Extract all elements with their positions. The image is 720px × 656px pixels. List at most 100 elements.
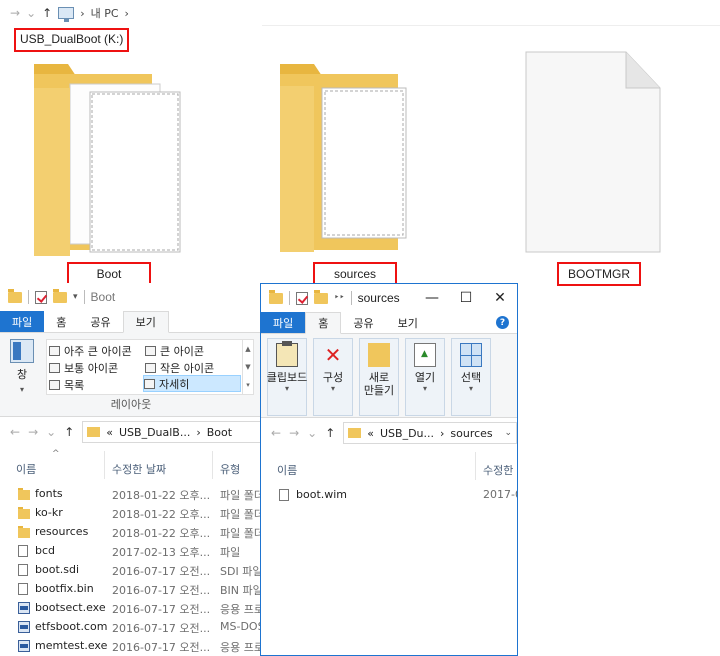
list-item[interactable]: bootsect.exe 2016-07-17 오전... 응용 프로 xyxy=(0,599,262,618)
forward-arrow-icon[interactable]: → xyxy=(28,425,38,439)
close-icon[interactable]: ✕ xyxy=(483,284,517,312)
layout-option-label: 목록 xyxy=(64,378,85,392)
list-item[interactable]: memtest.exe 2016-07-17 오전... 응용 프로 xyxy=(0,637,262,656)
bootmgr-file-icon[interactable] xyxy=(524,50,664,256)
breadcrumb-drive[interactable]: USB_Du... xyxy=(380,427,434,440)
quick-access-dropdown-icon[interactable]: ▾ xyxy=(73,292,78,302)
column-name[interactable]: 이름 xyxy=(277,462,297,478)
layout-list[interactable]: 목록 xyxy=(49,376,84,393)
list-item[interactable]: boot.sdi 2016-07-17 오전... SDI 파일 xyxy=(0,561,262,580)
up-arrow-icon[interactable]: ↑ xyxy=(64,425,74,439)
clipboard-button[interactable]: 클립보드 ▾ xyxy=(267,338,307,416)
column-date[interactable]: 수정한 xyxy=(483,462,513,478)
extra-large-icons-icon xyxy=(49,345,60,356)
layout-option-label: 큰 아이콘 xyxy=(160,344,204,358)
back-arrow-icon[interactable]: → xyxy=(10,6,20,20)
item-name: ko-kr xyxy=(35,506,63,519)
application-icon xyxy=(18,621,30,633)
maximize-icon[interactable]: ☐ xyxy=(449,284,483,312)
layout-small-icons[interactable]: 작은 아이콘 xyxy=(145,359,214,376)
small-icons-icon xyxy=(145,362,156,373)
back-arrow-icon[interactable]: ← xyxy=(271,426,281,440)
sources-folder-icon[interactable] xyxy=(278,60,418,256)
column-name[interactable]: 이름 xyxy=(16,461,36,477)
list-item[interactable]: ko-kr 2018-01-22 오후... 파일 폴더 xyxy=(0,504,262,523)
minimize-icon[interactable]: — xyxy=(415,284,449,312)
help-icon[interactable]: ? xyxy=(496,316,509,329)
layout-large-icons[interactable]: 큰 아이콘 xyxy=(145,342,204,359)
chevron-down-icon[interactable]: ⌄ xyxy=(504,428,512,438)
recent-dropdown-icon[interactable]: ⌄ xyxy=(26,6,36,20)
column-date[interactable]: 수정한 날짜 xyxy=(112,461,166,477)
ribbon-tabs: 파일 홈 공유 보기 xyxy=(0,311,262,333)
layout-gallery-scroll[interactable]: ▲ ▼ ▾ xyxy=(242,340,253,394)
column-divider[interactable] xyxy=(104,451,105,479)
tab-file[interactable]: 파일 xyxy=(0,311,45,332)
new-folder-icon[interactable] xyxy=(53,288,67,303)
new-folder-icon[interactable] xyxy=(314,289,328,304)
up-arrow-icon[interactable]: ↑ xyxy=(325,426,335,440)
breadcrumb-current[interactable]: Boot xyxy=(207,426,232,439)
new-folder-icon xyxy=(368,343,390,367)
file-icon xyxy=(18,545,28,557)
list-item[interactable]: etfsboot.com 2016-07-17 오전... MS-DOS xyxy=(0,618,262,637)
select-button[interactable]: 선택 ▾ xyxy=(451,338,491,416)
properties-icon[interactable] xyxy=(35,290,47,304)
column-divider[interactable] xyxy=(212,451,213,479)
back-arrow-icon[interactable]: ← xyxy=(10,425,20,439)
scroll-up-icon[interactable]: ▲ xyxy=(245,345,250,353)
folder-icon xyxy=(348,428,362,438)
organize-button[interactable]: ✕ 구성 ▾ xyxy=(313,338,353,416)
properties-icon[interactable] xyxy=(296,291,308,305)
address-row: ← → ⌄ ↑ « USB_Du... › sources ⌄ xyxy=(261,418,517,448)
chevron-down-icon: ▾ xyxy=(284,384,289,393)
breadcrumb-this-pc[interactable]: 내 PC xyxy=(91,5,119,21)
list-item[interactable]: bootfix.bin 2016-07-17 오전... BIN 파일 xyxy=(0,580,262,599)
tab-view[interactable]: 보기 xyxy=(122,311,169,333)
title-bar: ▾ Boot xyxy=(0,283,262,311)
list-item[interactable]: boot.wim 2017-0... xyxy=(261,486,517,505)
layout-extra-large-icons[interactable]: 아주 큰 아이콘 xyxy=(49,342,132,359)
file-list: fonts 2018-01-22 오후... 파일 폴더 ko-kr 2018-… xyxy=(0,485,262,656)
item-name: bootsect.exe xyxy=(35,601,106,614)
more-commands-icon[interactable]: ‣‣ xyxy=(334,293,345,303)
file-icon xyxy=(279,489,289,501)
list-item[interactable]: fonts 2018-01-22 오후... 파일 폴더 xyxy=(0,485,262,504)
item-name: etfsboot.com xyxy=(35,620,108,633)
recent-dropdown-icon[interactable]: ⌄ xyxy=(307,426,317,440)
layout-medium-icons[interactable]: 보통 아이콘 xyxy=(49,359,118,376)
up-arrow-icon[interactable]: ↑ xyxy=(42,6,52,20)
forward-arrow-icon[interactable]: → xyxy=(289,426,299,440)
tab-share[interactable]: 공유 xyxy=(341,312,385,333)
tab-share[interactable]: 공유 xyxy=(78,311,122,332)
address-bar[interactable]: « USB_DualB... › Boot xyxy=(82,421,262,443)
new-button[interactable]: 새로 만들기 xyxy=(359,338,399,416)
tab-home[interactable]: 홈 xyxy=(305,312,342,334)
column-type[interactable]: 유형 xyxy=(220,461,240,477)
list-item[interactable]: bcd 2017-02-13 오후... 파일 xyxy=(0,542,262,561)
gallery-expand-icon[interactable]: ▾ xyxy=(246,381,250,389)
scroll-down-icon[interactable]: ▼ xyxy=(245,363,250,371)
breadcrumb-overflow[interactable]: « xyxy=(367,427,374,440)
toolbar-separator xyxy=(289,291,290,305)
breadcrumb-separator: › xyxy=(196,425,201,439)
tab-view[interactable]: 보기 xyxy=(386,312,430,333)
recent-dropdown-icon[interactable]: ⌄ xyxy=(46,425,56,439)
pane-button[interactable]: 창 ▾ xyxy=(8,339,36,397)
address-bar[interactable]: « USB_Du... › sources ⌄ xyxy=(343,422,517,444)
layout-gallery: 아주 큰 아이콘 큰 아이콘 보통 아이콘 작은 아이콘 목록 자세히 ▲ ▼ … xyxy=(46,339,254,395)
chevron-down-icon: ▾ xyxy=(468,384,473,393)
list-item[interactable]: resources 2018-01-22 오후... 파일 폴더 xyxy=(0,523,262,542)
bootmgr-file-label[interactable]: BOOTMGR xyxy=(557,262,641,286)
layout-details[interactable]: 자세히 xyxy=(143,375,241,392)
breadcrumb-overflow[interactable]: « xyxy=(106,426,113,439)
tab-file[interactable]: 파일 xyxy=(261,312,306,333)
open-button[interactable]: 열기 ▾ xyxy=(405,338,445,416)
item-name: fonts xyxy=(35,487,63,500)
tab-home[interactable]: 홈 xyxy=(44,311,78,332)
breadcrumb-current[interactable]: sources xyxy=(450,427,492,440)
boot-folder-icon[interactable] xyxy=(30,58,190,258)
breadcrumb-drive[interactable]: USB_DualB... xyxy=(119,426,190,439)
item-type: 파일 폴더 xyxy=(220,508,262,521)
column-divider[interactable] xyxy=(475,452,476,480)
